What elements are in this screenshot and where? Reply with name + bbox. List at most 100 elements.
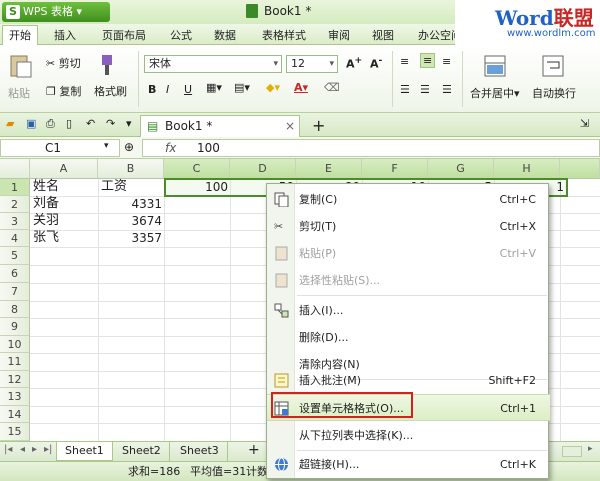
menu-formula[interactable]: 公式: [170, 27, 192, 43]
fx-icon[interactable]: fx: [165, 140, 176, 156]
grow-font-icon[interactable]: A+: [346, 55, 362, 71]
menu-table-style[interactable]: 表格样式: [262, 27, 306, 43]
formula-input[interactable]: 100: [197, 140, 220, 156]
menu-insert[interactable]: 插入: [54, 27, 76, 43]
align-bottom-icon[interactable]: ≡: [442, 55, 451, 68]
paste-button[interactable]: [8, 53, 34, 82]
cell-a1[interactable]: 姓名: [33, 178, 59, 196]
bold-button[interactable]: B: [148, 83, 156, 96]
cell-a4[interactable]: 张飞: [33, 229, 59, 247]
copy-button[interactable]: ❐ 复制: [46, 83, 81, 99]
wrap-text-icon[interactable]: [542, 55, 564, 80]
sheet-nav-prev-icon[interactable]: ◂: [20, 444, 25, 455]
ribbon-collapse-icon[interactable]: ⇲: [580, 117, 589, 130]
menu-item-pick-from-list[interactable]: 从下拉列表中选择(K)...: [267, 422, 550, 449]
name-box-dropdown-icon[interactable]: ▾: [104, 141, 109, 151]
menu-item-copy[interactable]: 复制(C) Ctrl+C: [267, 186, 550, 213]
row-header[interactable]: 9: [0, 318, 30, 336]
font-size-select[interactable]: 12: [286, 55, 338, 73]
row-header[interactable]: 3: [0, 213, 30, 230]
merge-center-button[interactable]: 合并居中▾: [470, 85, 520, 101]
menu-item-insert-comment[interactable]: 插入批注(M) Shift+F2: [267, 367, 550, 394]
sheet-tab-sheet1[interactable]: Sheet1: [56, 442, 113, 461]
menu-view[interactable]: 视图: [372, 27, 394, 43]
cell-a2[interactable]: 刘备: [33, 195, 59, 213]
undo-icon[interactable]: ↶: [86, 117, 95, 130]
sheet-nav-first-icon[interactable]: |◂: [4, 444, 12, 455]
align-center-icon[interactable]: ☰: [420, 83, 430, 96]
column-header[interactable]: C: [164, 159, 230, 179]
print-icon[interactable]: ⎙: [46, 117, 55, 131]
add-sheet-button[interactable]: +: [248, 442, 260, 458]
row-header[interactable]: 8: [0, 301, 30, 318]
row-header[interactable]: 12: [0, 371, 30, 388]
row-header[interactable]: 7: [0, 283, 30, 301]
row-header[interactable]: 11: [0, 353, 30, 371]
align-middle-icon[interactable]: ≡: [420, 53, 436, 68]
menu-review[interactable]: 审阅: [328, 27, 350, 43]
document-tab[interactable]: ▤ Book1 * ×: [140, 115, 300, 137]
menu-item-insert[interactable]: 插入(I)...: [267, 297, 550, 324]
format-painter-icon[interactable]: [96, 53, 118, 80]
new-tab-button[interactable]: +: [312, 116, 325, 135]
menu-item-paste-special[interactable]: 选择性粘贴(S)...: [267, 267, 550, 294]
wrap-text-button[interactable]: 自动换行: [532, 85, 576, 101]
menu-item-hyperlink[interactable]: 超链接(H)... Ctrl+K: [267, 451, 550, 478]
align-right-icon[interactable]: ☰: [442, 83, 452, 96]
column-header[interactable]: F: [362, 159, 428, 179]
sheet-tab-sheet2[interactable]: Sheet2: [114, 442, 170, 461]
menu-item-delete[interactable]: 删除(D)...: [267, 324, 550, 351]
menu-page-layout[interactable]: 页面布局: [102, 27, 146, 43]
column-header[interactable]: E: [296, 159, 362, 179]
row-header[interactable]: 4: [0, 230, 30, 247]
cell-b4[interactable]: 3357: [98, 229, 162, 247]
shrink-font-icon[interactable]: A-: [370, 55, 382, 71]
row-header[interactable]: 13: [0, 388, 30, 406]
open-icon[interactable]: ▰: [6, 117, 14, 130]
row-header[interactable]: 5: [0, 247, 30, 265]
cell-b3[interactable]: 3674: [98, 212, 162, 230]
italic-button[interactable]: I: [166, 83, 169, 96]
row-header[interactable]: 1: [0, 179, 30, 196]
app-menu-button[interactable]: S WPS 表格 ▾: [2, 2, 110, 22]
row-header[interactable]: 6: [0, 265, 30, 283]
redo-icon[interactable]: ↷: [106, 117, 115, 130]
column-header[interactable]: H: [494, 159, 560, 179]
sheet-tab-sheet3[interactable]: Sheet3: [172, 442, 228, 461]
menu-item-paste[interactable]: 粘贴(P) Ctrl+V: [267, 240, 550, 267]
select-all-corner[interactable]: [0, 159, 30, 179]
align-left-icon[interactable]: ☰: [400, 83, 410, 96]
fill-color-icon[interactable]: ◆▾: [266, 81, 280, 94]
qat-dropdown-icon[interactable]: ▾: [126, 117, 132, 130]
format-painter-label[interactable]: 格式刷: [94, 83, 127, 99]
align-top-icon[interactable]: ≡: [400, 55, 409, 68]
column-header[interactable]: G: [428, 159, 494, 179]
sheet-nav-next-icon[interactable]: ▸: [32, 444, 37, 455]
scroll-right-icon[interactable]: ▸: [588, 444, 593, 454]
column-header[interactable]: D: [230, 159, 296, 179]
menu-home[interactable]: 开始: [2, 25, 38, 45]
underline-button[interactable]: U: [184, 83, 192, 96]
row-header[interactable]: 15: [0, 423, 30, 441]
close-tab-icon[interactable]: ×: [285, 119, 295, 133]
cell-style-icon[interactable]: ▤▾: [234, 81, 250, 94]
cell-a3[interactable]: 关羽: [33, 212, 59, 230]
cut-button[interactable]: ✂ 剪切: [46, 55, 81, 71]
font-select[interactable]: 宋体: [144, 55, 282, 73]
zoom-icon[interactable]: ⊕: [124, 140, 134, 154]
sheet-nav-last-icon[interactable]: ▸|: [44, 444, 52, 455]
merge-cells-icon[interactable]: [484, 55, 506, 80]
cell-c1[interactable]: 100: [164, 178, 228, 196]
border-icon[interactable]: ▦▾: [206, 81, 222, 94]
column-header[interactable]: A: [30, 159, 98, 179]
row-header[interactable]: 14: [0, 406, 30, 423]
row-header[interactable]: 2: [0, 196, 30, 213]
font-color-icon[interactable]: A▾: [294, 81, 308, 94]
column-header-partial[interactable]: [560, 159, 600, 179]
cell-b2[interactable]: 4331: [98, 195, 162, 213]
menu-item-cut[interactable]: ✂ 剪切(T) Ctrl+X: [267, 213, 550, 240]
cell-b1[interactable]: 工资: [101, 178, 127, 196]
clear-format-icon[interactable]: ⌫: [324, 81, 340, 94]
save-icon[interactable]: ▣: [26, 117, 36, 130]
horizontal-scrollbar-thumb[interactable]: [562, 446, 582, 457]
